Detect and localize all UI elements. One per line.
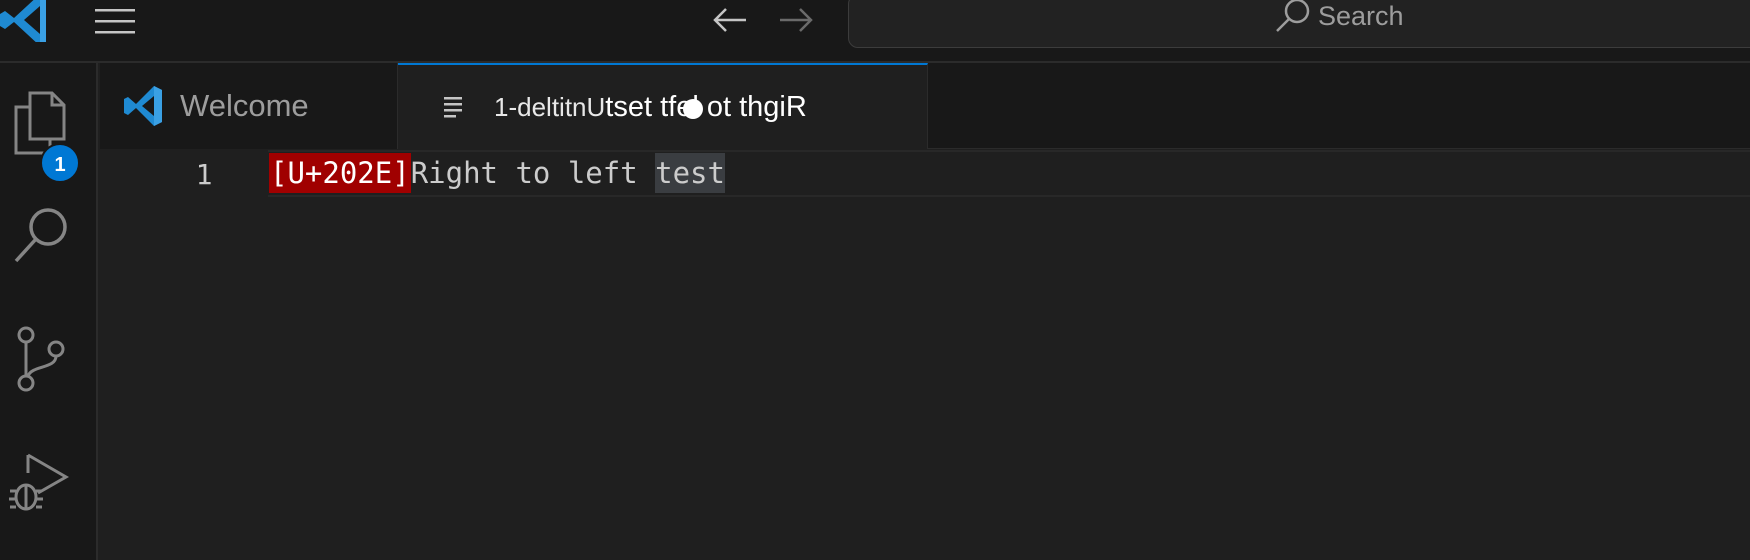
code-text: Right to left xyxy=(410,156,656,190)
vscode-logo-icon xyxy=(122,84,166,128)
activity-search[interactable] xyxy=(0,203,98,313)
command-search-box[interactable]: Search xyxy=(848,0,1750,48)
title-bar: Search xyxy=(0,0,1750,63)
tab-label-main: tset tfel ot thgiR xyxy=(605,90,807,123)
tab-welcome[interactable]: Welcome xyxy=(100,63,398,149)
editor-tab-bar: Welcome 1-deltitnUtset tfel ot thgiR xyxy=(100,63,1750,149)
activity-run-debug[interactable] xyxy=(0,447,98,557)
tab-label: Welcome xyxy=(180,88,309,123)
arrow-right-icon[interactable] xyxy=(776,4,816,36)
explorer-badge: 1 xyxy=(40,143,80,183)
activity-bar: 1 xyxy=(0,63,98,560)
code-line[interactable]: [U+202E] Right to left test xyxy=(269,153,725,193)
tab-label: 1-deltitnUtset tfel ot thgiR xyxy=(494,91,807,124)
text-file-icon xyxy=(440,93,468,121)
line-number: 1 xyxy=(195,158,213,191)
search-icon xyxy=(1274,0,1312,35)
word-highlight: test xyxy=(655,153,725,193)
unsaved-dot-icon[interactable] xyxy=(683,99,703,119)
vscode-logo-icon[interactable] xyxy=(0,0,50,46)
run-debug-icon xyxy=(9,453,70,511)
activity-explorer[interactable]: 1 xyxy=(0,81,98,191)
tab-untitled-file[interactable]: 1-deltitnUtset tfel ot thgiR xyxy=(398,63,928,149)
hamburger-menu-icon[interactable] xyxy=(93,6,137,38)
editor-area[interactable]: 1 [U+202E] Right to left test xyxy=(100,150,1750,560)
arrow-left-icon[interactable] xyxy=(710,4,750,36)
activity-source-control[interactable] xyxy=(0,325,98,435)
source-control-icon xyxy=(17,326,65,392)
control-character-marker: [U+202E] xyxy=(269,153,411,193)
search-icon xyxy=(14,208,67,263)
search-placeholder: Search xyxy=(1318,0,1404,31)
tab-label-prefix: 1-deltitnU xyxy=(494,91,606,122)
